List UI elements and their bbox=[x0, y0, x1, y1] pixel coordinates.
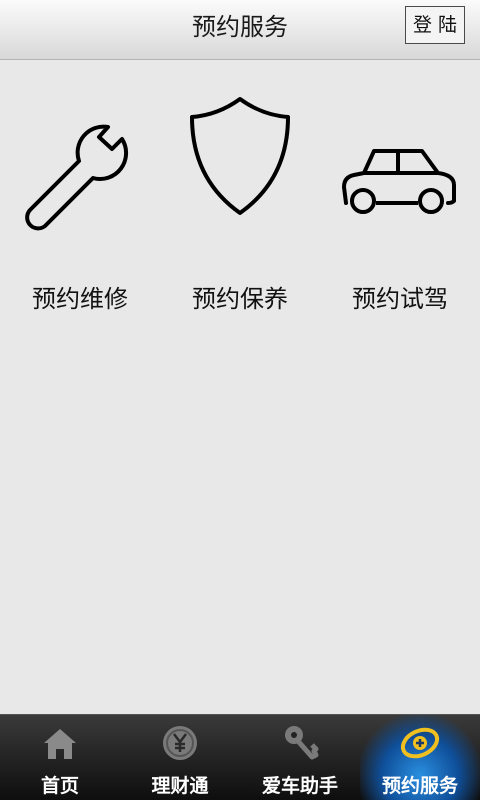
bottom-tab-bar: 首页 理财通 爱车助手 预约服务 bbox=[0, 714, 480, 800]
services-grid: 预约维修 预约保养 预约试驾 bbox=[0, 61, 480, 714]
service-label-maintenance: 预约保养 bbox=[192, 285, 288, 313]
service-repair[interactable]: 预约维修 bbox=[0, 89, 160, 313]
tab-home[interactable]: 首页 bbox=[0, 715, 120, 800]
yen-coin-icon bbox=[163, 726, 197, 760]
tab-car-assistant[interactable]: 爱车助手 bbox=[240, 715, 360, 800]
login-button[interactable]: 登陆 bbox=[405, 6, 465, 44]
tab-label-home: 首页 bbox=[40, 775, 79, 797]
wrench-icon bbox=[25, 124, 129, 231]
service-label-repair: 预约维修 bbox=[32, 285, 128, 313]
home-icon bbox=[44, 729, 76, 759]
tab-finance[interactable]: 理财通 bbox=[120, 715, 240, 800]
tab-label-appointment: 预约服务 bbox=[381, 775, 458, 797]
tab-label-finance: 理财通 bbox=[151, 775, 209, 797]
car-icon bbox=[342, 149, 456, 214]
tab-appointment[interactable]: 预约服务 bbox=[360, 715, 480, 800]
service-test-drive[interactable]: 预约试驾 bbox=[320, 89, 480, 313]
service-maintenance[interactable]: 预约保养 bbox=[160, 89, 320, 313]
tab-label-car-assistant: 爱车助手 bbox=[261, 775, 338, 797]
keys-icon bbox=[285, 726, 319, 760]
shield-icon bbox=[190, 97, 290, 215]
top-bar: 预约服务 登陆 bbox=[0, 0, 480, 60]
service-label-test-drive: 预约试驾 bbox=[352, 285, 448, 313]
appointment-icon bbox=[400, 727, 440, 759]
